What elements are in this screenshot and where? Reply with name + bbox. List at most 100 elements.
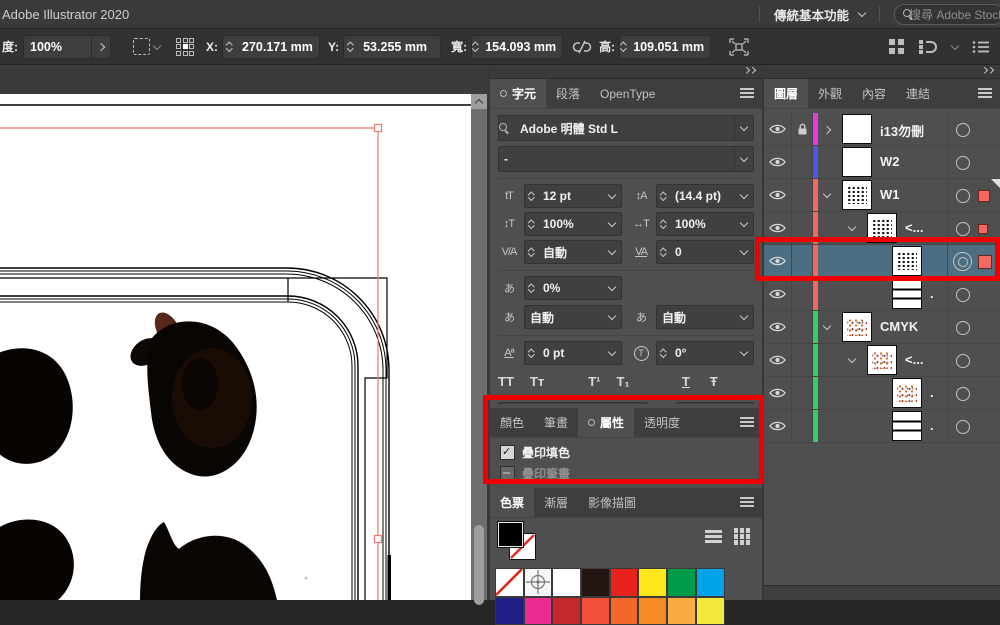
stepper[interactable]	[525, 342, 538, 364]
lock-toggle-empty[interactable]	[792, 311, 813, 343]
baseline-shift-field[interactable]: 0 pt	[524, 341, 622, 365]
lock-toggle-empty[interactable]	[792, 278, 813, 310]
target-circle[interactable]	[956, 420, 970, 434]
target-circle[interactable]	[956, 222, 970, 236]
dock-panel-icon[interactable]	[918, 39, 938, 55]
scroll-up-button[interactable]	[471, 94, 487, 109]
subscript-button[interactable]: T₁	[616, 374, 629, 389]
x-stepper[interactable]	[223, 36, 236, 58]
superscript-button[interactable]: T¹	[588, 374, 600, 389]
eye-icon[interactable]	[764, 311, 792, 343]
swatch-color[interactable]	[610, 597, 639, 625]
stepper[interactable]	[657, 342, 670, 364]
stepper[interactable]	[657, 185, 670, 207]
lock-toggle-empty[interactable]	[792, 344, 813, 376]
workspace-switcher[interactable]: 傳統基本功能	[774, 5, 865, 24]
grid-view-icon[interactable]	[734, 528, 751, 545]
target-circle[interactable]	[956, 288, 970, 302]
layer-row-5[interactable]	[764, 245, 1000, 278]
tab-contents[interactable]: 內容	[852, 79, 896, 108]
swatch-color[interactable]	[667, 568, 696, 597]
eye-icon[interactable]	[764, 113, 792, 145]
eye-icon[interactable]	[764, 179, 792, 211]
layer-row-7[interactable]: CMYK	[764, 311, 1000, 344]
selection-indicator[interactable]	[978, 255, 992, 269]
width-stepper[interactable]	[472, 36, 479, 58]
insert-space-left-select[interactable]: 自動	[524, 305, 622, 329]
fill-stroke-chips[interactable]	[498, 522, 542, 562]
panel-menu-icon[interactable]	[978, 88, 992, 98]
target-circle[interactable]	[956, 321, 970, 335]
swatch-color[interactable]	[552, 568, 581, 597]
layer-row-9[interactable]: .	[764, 377, 1000, 410]
language-select[interactable]: 英語: 美國	[498, 402, 648, 404]
lock-toggle-empty[interactable]	[792, 146, 813, 178]
tab-swatches[interactable]: 色票	[490, 488, 534, 517]
target-circle[interactable]	[956, 354, 970, 368]
layer-row-2[interactable]: W2	[764, 146, 1000, 179]
eye-icon[interactable]	[764, 377, 792, 409]
layer-thumbnail[interactable]	[867, 213, 897, 243]
underline-button[interactable]: T	[682, 374, 690, 389]
tab-links[interactable]: 連結	[896, 79, 940, 108]
stepper[interactable]	[525, 241, 538, 263]
lock-toggle-empty[interactable]	[792, 377, 813, 409]
stepper[interactable]	[657, 213, 670, 235]
layer-row-10[interactable]: .	[764, 410, 1000, 443]
adobe-stock-search-input[interactable]: 搜尋 Adobe Stock	[894, 4, 1000, 25]
stepper[interactable]	[525, 185, 538, 207]
opacity-dropdown-button[interactable]	[91, 36, 110, 58]
y-position-field[interactable]: 53.255 mm	[343, 35, 441, 59]
horizontal-scale-field[interactable]: 100%	[656, 212, 754, 236]
swatch-none[interactable]	[495, 568, 524, 597]
target-circle[interactable]	[956, 123, 970, 137]
vertical-scale-field[interactable]: 100%	[524, 212, 622, 236]
selection-indicator[interactable]	[978, 190, 990, 202]
expand-layer-chevron-icon[interactable]	[823, 126, 831, 134]
bounding-box-options-icon[interactable]	[133, 38, 160, 55]
arrange-documents-icon[interactable]	[889, 39, 904, 54]
scrollbar-thumb[interactable]	[474, 525, 484, 605]
x-position-field[interactable]: 270.171 mm	[222, 35, 320, 59]
swatch-color[interactable]	[696, 568, 725, 597]
lock-toggle-empty[interactable]	[792, 179, 813, 211]
strikethrough-button[interactable]: Ŧ	[710, 374, 718, 389]
layer-thumbnail[interactable]	[842, 114, 872, 144]
lock-toggle-empty[interactable]	[792, 212, 813, 244]
tab-character[interactable]: 字元	[490, 79, 546, 108]
layer-thumbnail[interactable]	[892, 378, 922, 408]
tab-appearance[interactable]: 外觀	[808, 79, 852, 108]
reference-point-locator-icon[interactable]	[176, 38, 194, 56]
swatch-color[interactable]	[638, 568, 667, 597]
layer-label[interactable]: .	[930, 418, 934, 433]
collapse-layer-chevron-icon[interactable]	[823, 190, 831, 198]
layer-row-4[interactable]: <...	[764, 212, 1000, 245]
layer-thumbnail[interactable]	[867, 345, 897, 375]
overprint-fill-checkbox[interactable]	[500, 445, 515, 460]
transform-scale-icon[interactable]	[729, 38, 749, 56]
eye-icon[interactable]	[764, 410, 792, 442]
layer-thumbnail[interactable]	[842, 180, 872, 210]
layer-thumbnail[interactable]	[892, 279, 922, 309]
swatch-color[interactable]	[524, 597, 553, 625]
lock-icon[interactable]	[792, 113, 813, 145]
anti-alias-select[interactable]	[676, 402, 754, 404]
layer-label[interactable]: i13勿刪	[880, 121, 924, 140]
link-dimensions-icon[interactable]	[571, 39, 593, 55]
proportional-spacing-field[interactable]: 0%	[524, 276, 622, 300]
target-circle[interactable]	[953, 252, 972, 271]
layer-thumbnail[interactable]	[842, 312, 872, 342]
tab-color[interactable]: 顏色	[490, 408, 534, 437]
chevron-down-icon[interactable]	[951, 41, 959, 49]
swatch-registration[interactable]	[524, 568, 553, 597]
panel-menu-icon[interactable]	[740, 417, 754, 427]
swatch-color[interactable]	[495, 597, 524, 625]
stepper[interactable]	[657, 241, 670, 263]
lock-toggle-empty[interactable]	[792, 245, 813, 277]
target-circle[interactable]	[956, 156, 970, 170]
eye-icon[interactable]	[764, 245, 792, 277]
stepper[interactable]	[525, 277, 538, 299]
font-family-select[interactable]: Adobe 明體 Std L	[498, 115, 754, 141]
layer-row-3[interactable]: W1	[764, 179, 1000, 212]
tab-transparency[interactable]: 透明度	[634, 408, 690, 437]
